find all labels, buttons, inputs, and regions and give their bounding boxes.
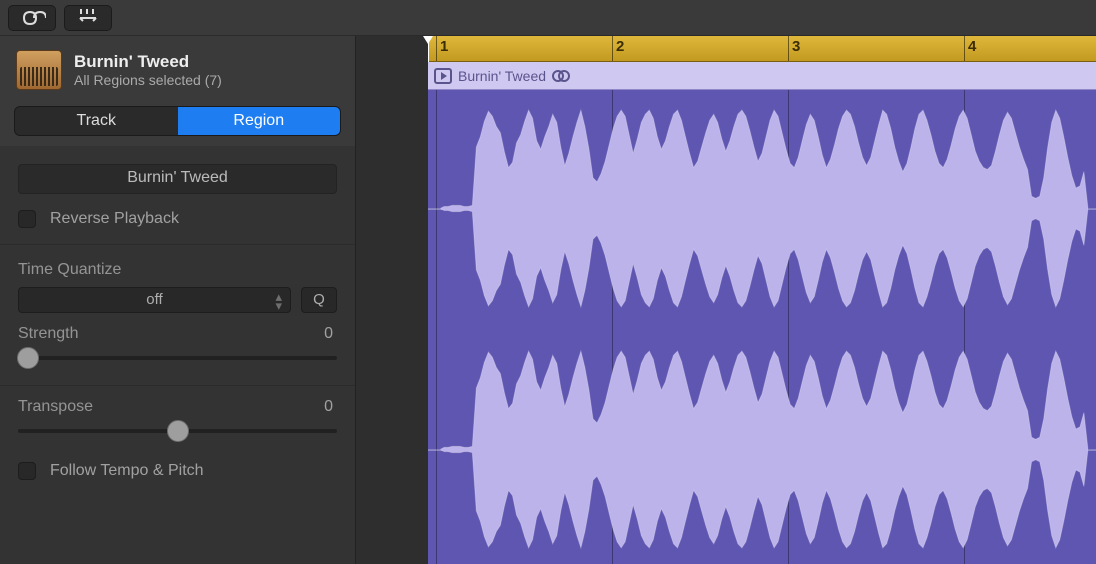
chevron-updown-icon: ▴▾ [275,292,282,310]
time-quantize-select[interactable]: off ▴▾ [18,287,291,313]
amplitude-gutter [356,36,428,564]
edit-tool-button[interactable] [64,5,112,31]
tab-region[interactable]: Region [178,107,341,135]
transpose-slider[interactable] [18,420,337,442]
inspector-sidebar: Burnin' Tweed All Regions selected (7) T… [0,36,356,564]
waveform-display[interactable]: 100500-50-100100500-50-100 [428,90,1096,564]
playhead-icon[interactable] [428,36,429,62]
ruler-number: 2 [616,38,624,55]
region-strip[interactable]: Burnin' Tweed [428,62,1096,90]
strength-label: Strength [18,325,78,343]
amp-icon [16,50,62,90]
audio-editor: 12345 Burnin' Tweed 100500-50-100100500-… [356,36,1096,564]
region-strip-title: Burnin' Tweed [458,68,546,84]
tab-track[interactable]: Track [15,107,178,135]
loop-tool-button[interactable] [8,5,56,31]
region-name-field[interactable]: Burnin' Tweed [18,164,337,194]
quantize-button[interactable]: Q [301,287,337,313]
stereo-icon [552,69,570,83]
ruler-number: 1 [440,38,448,55]
time-quantize-label: Time Quantize [18,261,121,279]
ruler-number: 3 [792,38,800,55]
toolbar [0,0,1096,36]
inspector-tabs: Track Region [14,106,341,136]
strength-value: 0 [324,325,333,343]
bar-ruler[interactable]: 12345 [428,36,1096,62]
reverse-checkbox[interactable] [18,210,36,228]
region-title: Burnin' Tweed [74,52,222,72]
region-subtitle: All Regions selected (7) [74,72,222,88]
ruler-number: 4 [968,38,976,55]
waveform-channel [428,90,1096,564]
follow-tempo-label: Follow Tempo & Pitch [50,462,204,480]
reverse-label: Reverse Playback [50,210,179,228]
transpose-label: Transpose [18,398,93,416]
play-icon [434,68,452,84]
reverse-playback-row[interactable]: Reverse Playback [0,200,355,238]
follow-tempo-row[interactable]: Follow Tempo & Pitch [0,452,355,490]
strength-slider[interactable] [18,347,337,369]
follow-tempo-checkbox[interactable] [18,462,36,480]
transpose-value: 0 [324,398,333,416]
